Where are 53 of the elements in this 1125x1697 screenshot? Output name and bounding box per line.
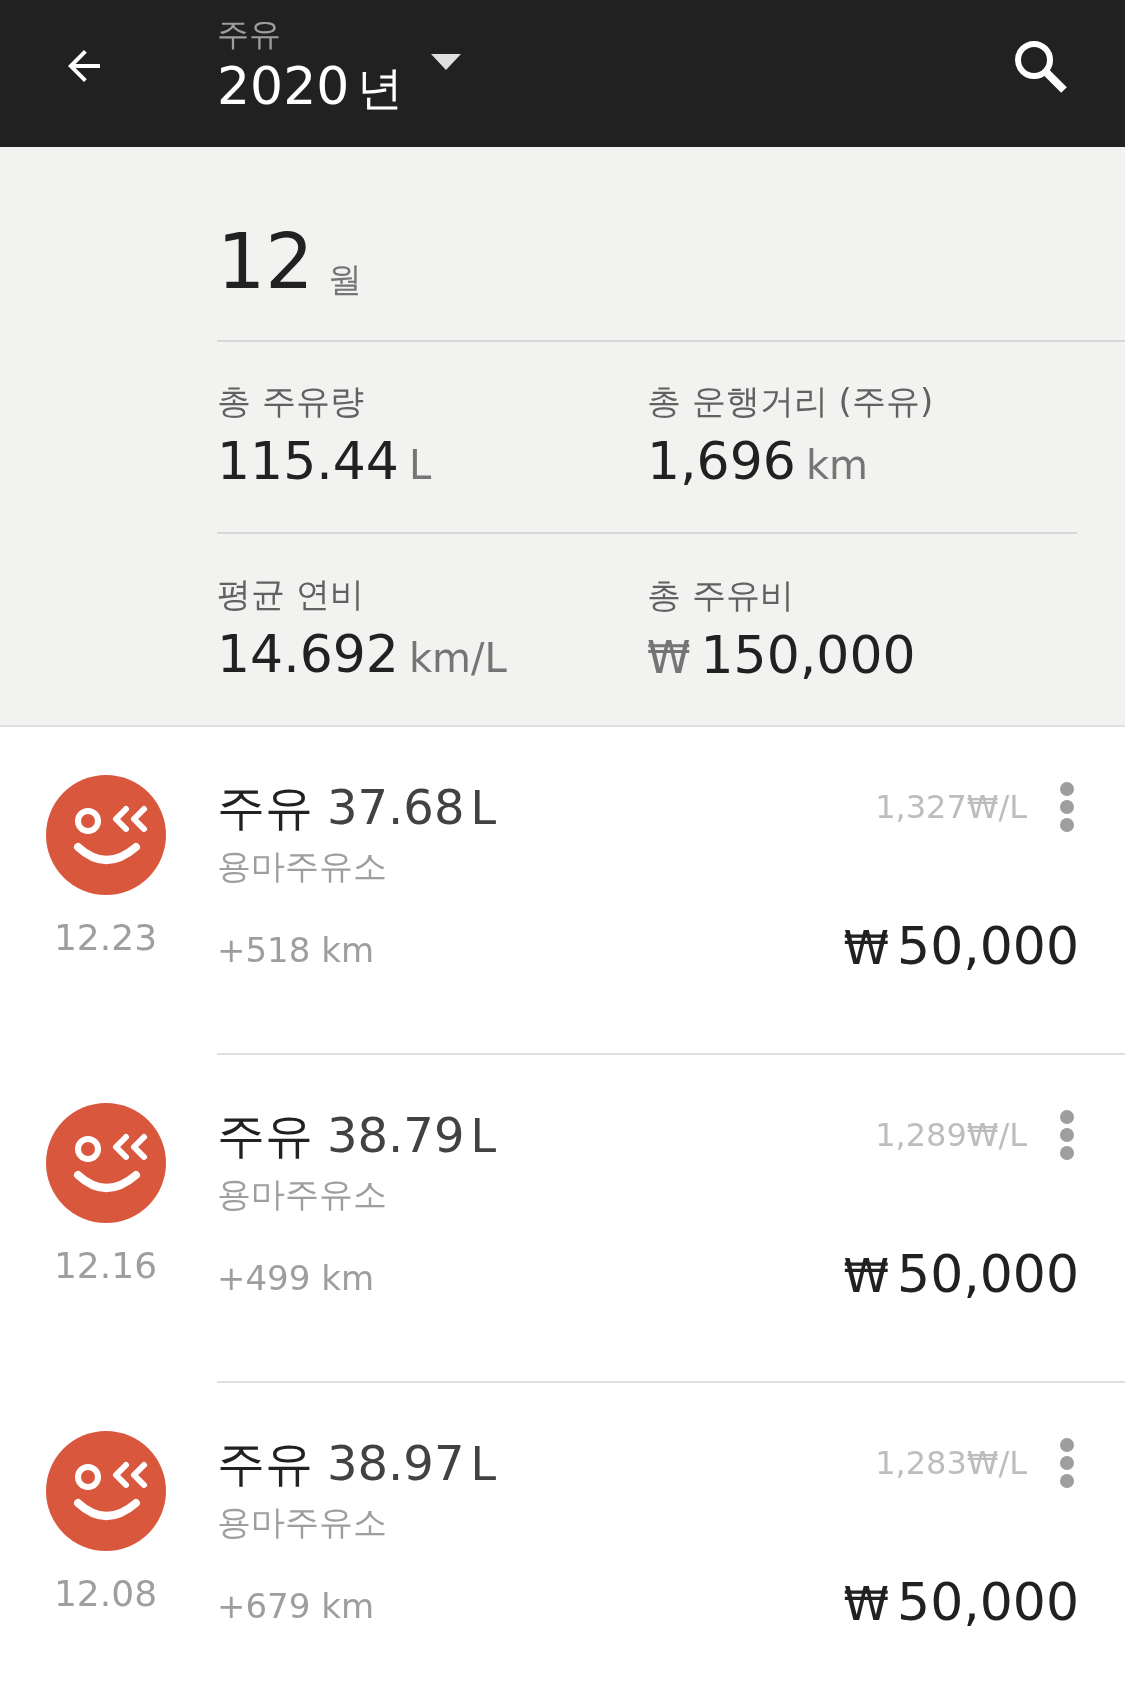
more-icon bbox=[1060, 1438, 1074, 1488]
station-name: 용마주유소 bbox=[217, 845, 388, 888]
unit-price: 1,327₩/L bbox=[875, 787, 1027, 828]
stat-value: 115.44 bbox=[217, 431, 399, 491]
stat-label: 총 주유량 bbox=[217, 380, 365, 423]
stat-unit: km/L bbox=[408, 634, 507, 683]
amount: 50,000 bbox=[897, 915, 1079, 978]
currency-symbol: ₩ bbox=[843, 1576, 890, 1633]
amount: 50,000 bbox=[897, 1571, 1079, 1634]
distance-driven: +679 km bbox=[217, 1585, 375, 1628]
entry-date: 12.16 bbox=[53, 1244, 158, 1288]
more-button[interactable] bbox=[1057, 1109, 1077, 1161]
stat-label: 총 운행거리 (주유) bbox=[647, 380, 935, 423]
more-icon bbox=[1060, 782, 1074, 832]
currency-symbol: ₩ bbox=[843, 920, 890, 977]
fuel-volume: 38.97 bbox=[327, 1434, 465, 1493]
unit-price: 1,283₩/L bbox=[875, 1443, 1027, 1484]
stat-label: 총 주유비 bbox=[647, 573, 795, 617]
smiley-icon bbox=[45, 1431, 166, 1551]
currency-symbol: ₩ bbox=[843, 1248, 890, 1305]
entry-date: 12.08 bbox=[53, 1572, 158, 1616]
smiley-icon bbox=[45, 1103, 166, 1223]
year-selector[interactable]: 주유 2020 년 bbox=[217, 14, 462, 120]
distance-driven: +499 km bbox=[217, 1257, 375, 1300]
month-unit: 월 bbox=[327, 262, 362, 296]
amount: 50,000 bbox=[897, 1243, 1079, 1306]
volume-unit: L bbox=[470, 1436, 497, 1493]
stat-unit: km bbox=[805, 441, 868, 490]
station-name: 용마주유소 bbox=[217, 1173, 388, 1216]
distance-driven: +518 km bbox=[217, 929, 375, 972]
dropdown-icon bbox=[431, 54, 462, 70]
stat-unit: L bbox=[408, 441, 432, 490]
more-button[interactable] bbox=[1057, 1437, 1077, 1489]
fuel-volume: 37.68 bbox=[327, 778, 465, 837]
stat-label: 평균 연비 bbox=[217, 573, 365, 616]
entry-type: 주유 bbox=[217, 1106, 313, 1165]
entry-date: 12.23 bbox=[53, 916, 158, 960]
more-icon bbox=[1060, 1110, 1074, 1160]
unit-price: 1,289₩/L bbox=[875, 1115, 1027, 1156]
month-number: 12 bbox=[217, 224, 314, 300]
stat-unit: ₩ bbox=[647, 630, 691, 685]
more-button[interactable] bbox=[1057, 781, 1077, 833]
volume-unit: L bbox=[470, 780, 497, 837]
search-icon bbox=[1012, 38, 1068, 94]
fuel-volume: 38.79 bbox=[327, 1106, 465, 1165]
station-name: 용마주유소 bbox=[217, 1501, 388, 1544]
entry-type: 주유 bbox=[217, 778, 313, 837]
stat-value: 1,696 bbox=[647, 431, 796, 491]
stat-value: 150,000 bbox=[700, 624, 916, 685]
entry-type: 주유 bbox=[217, 1434, 313, 1493]
stat-value: 14.692 bbox=[217, 624, 399, 684]
volume-unit: L bbox=[470, 1108, 497, 1165]
smiley-icon bbox=[45, 775, 166, 895]
